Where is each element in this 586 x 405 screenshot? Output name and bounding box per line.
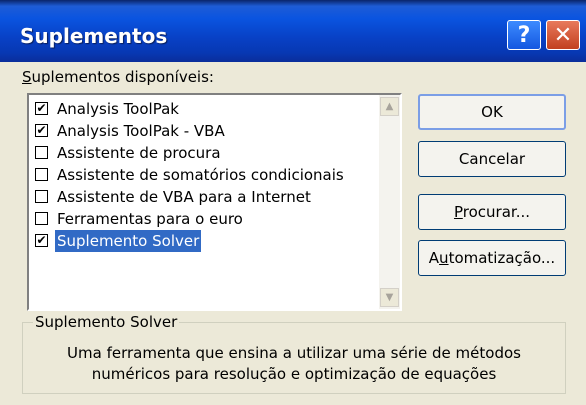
title-bar[interactable]: Suplementos ? ✕ [0, 0, 586, 62]
list-item[interactable]: ✔ Analysis ToolPak - VBA [33, 120, 379, 142]
checkbox[interactable] [35, 212, 48, 225]
addins-list-label: Suplementos disponíveis: [22, 68, 214, 86]
automation-label-start: A [428, 249, 440, 267]
checkbox[interactable] [35, 168, 48, 181]
list-item-label: Assistente de VBA para a Internet [57, 188, 311, 206]
browse-label: rocurar... [462, 203, 531, 221]
cancel-button[interactable]: Cancelar [418, 141, 566, 177]
list-item[interactable]: Assistente de VBA para a Internet [33, 186, 379, 208]
addins-list[interactable]: ✔ Analysis ToolPak ✔ Analysis ToolPak - … [27, 93, 402, 311]
browse-accel: P [453, 203, 463, 221]
list-item-label: Analysis ToolPak [57, 100, 179, 118]
list-item-label: Analysis ToolPak - VBA [57, 122, 225, 140]
check-icon: ✔ [36, 233, 47, 247]
scroll-down-button[interactable]: ▼ [380, 288, 399, 307]
description-line: numéricos para resolução e optimização d… [91, 365, 497, 383]
description-line: Uma ferramenta que ensina a utilizar uma… [67, 344, 521, 362]
window-title: Suplementos [20, 24, 168, 48]
description-title: Suplemento Solver [33, 313, 180, 331]
automation-accel: u [439, 249, 449, 267]
vertical-scrollbar[interactable]: ▲ ▼ [379, 95, 400, 309]
arrow-up-icon: ▲ [385, 101, 394, 112]
ok-button[interactable]: OK [418, 94, 566, 130]
list-item-label: Assistente de procura [57, 144, 221, 162]
description-text: Uma ferramenta que ensina a utilizar uma… [23, 343, 565, 385]
automation-button[interactable]: Automatização... [418, 240, 566, 276]
checkbox[interactable]: ✔ [35, 234, 48, 247]
question-mark-icon: ? [517, 23, 531, 48]
addins-list-label-accel: S [22, 68, 32, 86]
close-button[interactable]: ✕ [546, 20, 580, 50]
list-item-label: Suplemento Solver [55, 230, 202, 252]
check-icon: ✔ [36, 123, 47, 137]
checkbox[interactable] [35, 146, 48, 159]
automation-label-end: tomatização... [448, 249, 556, 267]
browse-button[interactable]: Procurar... [418, 194, 566, 230]
list-item[interactable]: Assistente de procura [33, 142, 379, 164]
description-group: Suplemento Solver Uma ferramenta que ens… [22, 313, 566, 394]
list-item-label: Ferramentas para o euro [57, 210, 243, 228]
close-icon: ✕ [553, 23, 573, 48]
checkbox[interactable]: ✔ [35, 124, 48, 137]
addins-list-label-text: uplementos disponíveis: [31, 68, 214, 86]
list-item[interactable]: Ferramentas para o euro [33, 208, 379, 230]
help-button[interactable]: ? [507, 20, 541, 50]
list-item[interactable]: Assistente de somatórios condicionais [33, 164, 379, 186]
checkbox[interactable]: ✔ [35, 102, 48, 115]
arrow-down-icon: ▼ [385, 292, 394, 303]
list-item-selected[interactable]: ✔ Suplemento Solver [33, 230, 379, 252]
list-item[interactable]: ✔ Analysis ToolPak [33, 98, 379, 120]
checkbox[interactable] [35, 190, 48, 203]
check-icon: ✔ [36, 101, 47, 115]
scroll-up-button[interactable]: ▲ [380, 97, 399, 116]
addins-dialog: Suplementos ? ✕ Suplementos disponíveis:… [0, 0, 586, 405]
list-item-label: Assistente de somatórios condicionais [57, 166, 344, 184]
